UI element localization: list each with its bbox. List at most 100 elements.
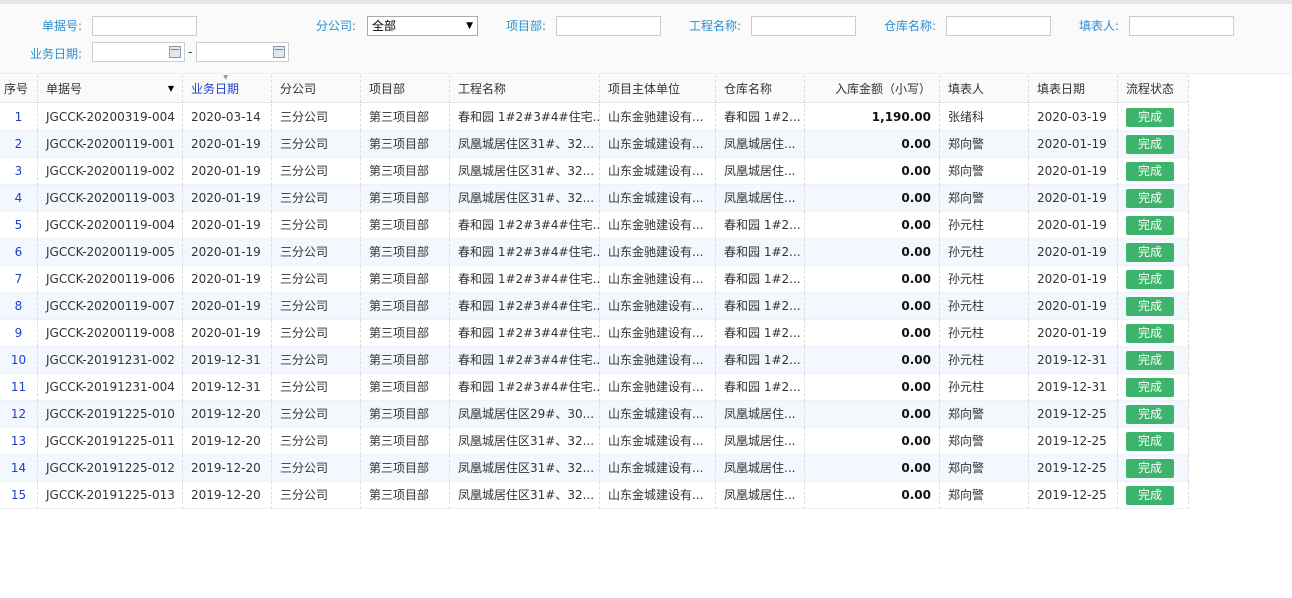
cell-fill-date: 2020-01-19 xyxy=(1029,185,1118,212)
branch-select[interactable]: 全部 ▼ xyxy=(367,16,478,36)
table-row[interactable]: 3 JGCCK-20200119-002 2020-01-19 三分公司 第三项目部 凤凰… xyxy=(0,158,1189,185)
filler-input[interactable] xyxy=(1129,16,1234,36)
table-row[interactable]: 14 JGCCK-20191225-012 2019-12-20 三分公司 第三项目部凤… xyxy=(0,455,1189,482)
cell-idx[interactable]: 6 xyxy=(0,239,38,266)
status-badge[interactable]: 完成 xyxy=(1126,270,1174,289)
filter-panel: 单据号: 分公司: 全部 ▼ 项目部: 工程名称: 仓库名称: 填表人: 业务日… xyxy=(0,4,1292,74)
table-row[interactable]: 5 JGCCK-20200119-004 2020-01-19 三分公司 第三项目部 春和… xyxy=(0,212,1189,239)
table-row[interactable]: 11 JGCCK-20191231-004 2019-12-31 三分公司 第三项目部春… xyxy=(0,374,1189,401)
status-badge[interactable]: 完成 xyxy=(1126,243,1174,262)
col-header-branch[interactable]: 分公司 xyxy=(272,75,361,103)
table-row[interactable]: 13 JGCCK-20191225-011 2019-12-20 三分公司 第三项目部凤… xyxy=(0,428,1189,455)
cell-owner: 山东金城建设有... xyxy=(600,158,716,185)
status-badge[interactable]: 完成 xyxy=(1126,459,1174,478)
date-to-input[interactable] xyxy=(196,42,289,62)
cell-doc-no: JGCCK-20191231-004 xyxy=(38,374,183,401)
warehouse-label: 仓库名称: xyxy=(883,19,936,33)
cell-idx[interactable]: 14 xyxy=(0,455,38,482)
cell-idx[interactable]: 10 xyxy=(0,347,38,374)
cell-idx[interactable]: 11 xyxy=(0,374,38,401)
table-row[interactable]: 6 JGCCK-20200119-005 2020-01-19 三分公司 第三项目部 春和… xyxy=(0,239,1189,266)
cell-dept: 第三项目部 xyxy=(361,158,450,185)
cell-biz-date: 2019-12-20 xyxy=(183,455,272,482)
table-row[interactable]: 4 JGCCK-20200119-003 2020-01-19 三分公司 第三项目部 凤凰… xyxy=(0,185,1189,212)
col-header-warehouse[interactable]: 仓库名称 xyxy=(716,75,805,103)
table-row[interactable]: 8 JGCCK-20200119-007 2020-01-19 三分公司 第三项目部 春和… xyxy=(0,293,1189,320)
status-badge[interactable]: 完成 xyxy=(1126,108,1174,127)
col-header-filler[interactable]: 填表人 xyxy=(940,75,1029,103)
cell-owner: 山东金驰建设有... xyxy=(600,104,716,131)
cell-owner: 山东金城建设有... xyxy=(600,482,716,509)
cell-biz-date: 2019-12-20 xyxy=(183,428,272,455)
cell-idx[interactable]: 13 xyxy=(0,428,38,455)
status-badge[interactable]: 完成 xyxy=(1126,135,1174,154)
table-row[interactable]: 12 JGCCK-20191225-010 2019-12-20 三分公司 第三项目部凤… xyxy=(0,401,1189,428)
status-badge[interactable]: 完成 xyxy=(1126,162,1174,181)
cell-idx[interactable]: 9 xyxy=(0,320,38,347)
col-header-amount[interactable]: 入库金额（小写） xyxy=(805,75,940,103)
cell-idx[interactable]: 4 xyxy=(0,185,38,212)
calendar-icon[interactable] xyxy=(169,46,181,58)
dept-input[interactable] xyxy=(556,16,661,36)
cell-idx[interactable]: 8 xyxy=(0,293,38,320)
filler-label: 填表人: xyxy=(1078,19,1119,33)
cell-status: 完成 xyxy=(1118,347,1189,374)
table-row[interactable]: 9 JGCCK-20200119-008 2020-01-19 三分公司 第三项目部 春和… xyxy=(0,320,1189,347)
status-badge[interactable]: 完成 xyxy=(1126,324,1174,343)
status-badge[interactable]: 完成 xyxy=(1126,405,1174,424)
cell-biz-date: 2020-01-19 xyxy=(183,293,272,320)
cell-status: 完成 xyxy=(1118,320,1189,347)
cell-fill-date: 2020-01-19 xyxy=(1029,212,1118,239)
col-header-biz-date[interactable]: ▼ 业务日期 xyxy=(183,75,272,103)
col-header-project[interactable]: 工程名称 xyxy=(450,75,600,103)
cell-project: 凤凰城居住区31#、32... xyxy=(450,455,600,482)
cell-amount: 0.00 xyxy=(805,185,940,212)
cell-idx[interactable]: 2 xyxy=(0,131,38,158)
status-badge[interactable]: 完成 xyxy=(1126,486,1174,505)
date-from-input[interactable] xyxy=(92,42,185,62)
cell-idx[interactable]: 7 xyxy=(0,266,38,293)
cell-doc-no: JGCCK-20200119-008 xyxy=(38,320,183,347)
col-header-status[interactable]: 流程状态 xyxy=(1118,75,1189,103)
col-header-doc-no[interactable]: 单据号 ▼ xyxy=(38,75,183,103)
cell-fill-date: 2019-12-25 xyxy=(1029,401,1118,428)
cell-doc-no: JGCCK-20191225-012 xyxy=(38,455,183,482)
table-row[interactable]: 15 JGCCK-20191225-013 2019-12-20 三分公司 第三项目部凤… xyxy=(0,482,1189,509)
col-header-fill-date[interactable]: 填表日期 xyxy=(1029,75,1118,103)
col-header-dept[interactable]: 项目部 xyxy=(361,75,450,103)
cell-project: 凤凰城居住区31#、32... xyxy=(450,482,600,509)
cell-status: 完成 xyxy=(1118,266,1189,293)
status-badge[interactable]: 完成 xyxy=(1126,297,1174,316)
col-header-owner[interactable]: 项目主体单位 xyxy=(600,75,716,103)
cell-idx[interactable]: 15 xyxy=(0,482,38,509)
cell-idx[interactable]: 1 xyxy=(0,104,38,131)
project-input[interactable] xyxy=(751,16,856,36)
table-row[interactable]: 7 JGCCK-20200119-006 2020-01-19 三分公司 第三项目部 春和… xyxy=(0,266,1189,293)
cell-amount: 0.00 xyxy=(805,455,940,482)
col-header-idx[interactable]: 序号 xyxy=(0,75,38,103)
cell-filler: 郑向警 xyxy=(940,131,1029,158)
calendar-icon[interactable] xyxy=(273,46,285,58)
cell-status: 完成 xyxy=(1118,158,1189,185)
cell-idx[interactable]: 5 xyxy=(0,212,38,239)
cell-idx[interactable]: 3 xyxy=(0,158,38,185)
cell-status: 完成 xyxy=(1118,239,1189,266)
status-badge[interactable]: 完成 xyxy=(1126,378,1174,397)
cell-amount: 0.00 xyxy=(805,347,940,374)
cell-idx[interactable]: 12 xyxy=(0,401,38,428)
cell-doc-no: JGCCK-20200119-005 xyxy=(38,239,183,266)
column-menu-icon[interactable]: ▼ xyxy=(168,75,174,103)
doc-no-input[interactable] xyxy=(92,16,197,36)
cell-owner: 山东金城建设有... xyxy=(600,455,716,482)
table-row[interactable]: 10 JGCCK-20191231-002 2019-12-31 三分公司 第三项目部春… xyxy=(0,347,1189,374)
cell-warehouse: 凤凰城居住... xyxy=(716,185,805,212)
status-badge[interactable]: 完成 xyxy=(1126,216,1174,235)
cell-fill-date: 2020-01-19 xyxy=(1029,239,1118,266)
table-row[interactable]: 1 JGCCK-20200319-004 2020-03-14 三分公司 第三项目部 春和… xyxy=(0,104,1189,131)
status-badge[interactable]: 完成 xyxy=(1126,351,1174,370)
table-row[interactable]: 2 JGCCK-20200119-001 2020-01-19 三分公司 第三项目部 凤凰… xyxy=(0,131,1189,158)
status-badge[interactable]: 完成 xyxy=(1126,189,1174,208)
warehouse-input[interactable] xyxy=(946,16,1051,36)
doc-no-label: 单据号: xyxy=(41,19,82,33)
status-badge[interactable]: 完成 xyxy=(1126,432,1174,451)
